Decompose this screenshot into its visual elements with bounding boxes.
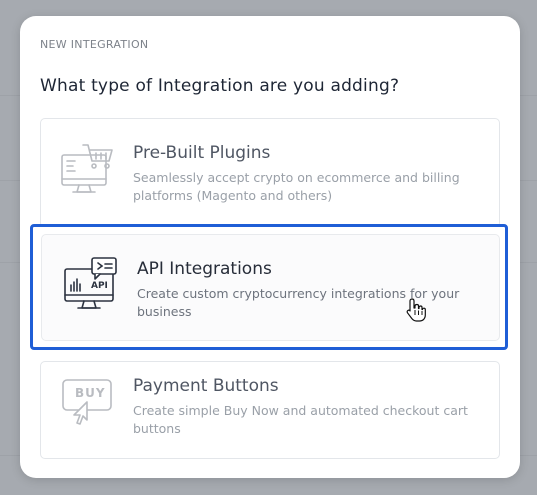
modal-heading: What type of Integration are you adding? xyxy=(40,76,400,96)
new-integration-modal: NEW INTEGRATION What type of Integration… xyxy=(20,16,520,478)
option-title: API Integrations xyxy=(137,259,272,279)
option-description: Seamlessly accept crypto on ecommerce an… xyxy=(133,170,460,203)
option-description: Create simple Buy Now and automated chec… xyxy=(133,403,468,436)
option-description: Create custom cryptocurrency integration… xyxy=(137,286,460,319)
buy-button-icon: BUY xyxy=(59,376,117,434)
api-icon-label: API xyxy=(91,281,108,291)
modal-eyebrow: NEW INTEGRATION xyxy=(40,38,149,51)
api-monitor-icon: API xyxy=(62,255,120,313)
buy-icon-label: BUY xyxy=(75,386,106,400)
option-api-integrations[interactable]: API API Integrations Create custom crypt… xyxy=(41,234,500,341)
option-title: Payment Buttons xyxy=(133,376,279,396)
hand-pointer-icon xyxy=(405,297,427,323)
option-title: Pre-Built Plugins xyxy=(133,143,271,163)
option-pre-built-plugins[interactable]: Pre-Built Plugins Seamlessly accept cryp… xyxy=(40,118,500,228)
cart-monitor-icon xyxy=(59,139,117,197)
option-payment-buttons[interactable]: BUY Payment Buttons Create simple Buy No… xyxy=(40,361,500,459)
